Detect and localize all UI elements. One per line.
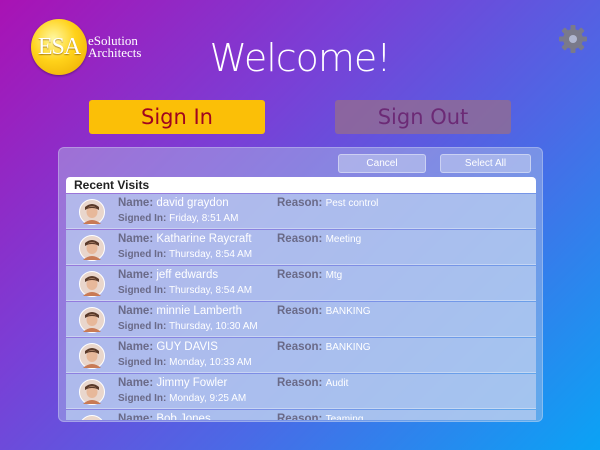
reason-label: Reason: <box>277 269 323 281</box>
visitor-signed-in: Signed In: Monday, 10:33 AM <box>118 357 252 368</box>
signed-in-value: Thursday, 10:30 AM <box>168 321 258 332</box>
signed-in-value: Monday, 9:25 AM <box>169 393 247 404</box>
name-label: Name: <box>118 341 154 353</box>
page-title: Welcome! <box>209 36 391 80</box>
signed-in-label: Signed In: <box>118 321 167 332</box>
reason-value: Audit <box>325 378 349 389</box>
reason-value: BANKING <box>325 306 371 317</box>
visitor-signed-in: Signed In: Thursday, 10:30 AM <box>118 321 258 332</box>
name-label: Name: <box>118 305 154 317</box>
signed-in-label: Signed In: <box>118 357 167 368</box>
visitor-reason: Reason: BANKING <box>277 305 371 317</box>
visit-row[interactable]: Name: jeff edwards Signed In: Thursday, … <box>66 266 536 301</box>
name-value: david graydon <box>156 197 229 209</box>
person-avatar-icon <box>79 415 105 420</box>
visitor-reason: Reason: Meeting <box>277 233 361 245</box>
person-avatar-icon <box>79 343 105 369</box>
reason-label: Reason: <box>277 341 323 353</box>
signed-in-label: Signed In: <box>118 249 167 260</box>
person-avatar-icon <box>79 199 105 225</box>
signed-in-value: Thursday, 8:54 AM <box>168 249 253 260</box>
sign-out-button[interactable]: Sign Out <box>335 100 511 134</box>
visitor-name: Name: Jimmy Fowler <box>118 377 227 389</box>
visit-row[interactable]: Name: david graydon Signed In: Friday, 8… <box>66 194 536 229</box>
visitor-name: Name: Katharine Raycraft <box>118 233 252 245</box>
name-value: GUY DAVIS <box>156 341 218 353</box>
reason-label: Reason: <box>277 233 323 245</box>
visitor-reason: Reason: Pest control <box>277 197 378 209</box>
visit-row[interactable]: Name: minnie Lamberth Signed In: Thursda… <box>66 302 536 337</box>
signed-in-value: Friday, 8:51 AM <box>169 213 239 224</box>
reason-label: Reason: <box>277 305 323 317</box>
visit-row[interactable]: Name: Bob Jones Signed In: Reason: Teami… <box>66 410 536 420</box>
visitor-name: Name: GUY DAVIS <box>118 341 218 353</box>
visitor-name: Name: jeff edwards <box>118 269 218 281</box>
person-avatar-icon <box>79 271 105 297</box>
name-value: jeff edwards <box>156 269 219 281</box>
visitor-signed-in: Signed In: Friday, 8:51 AM <box>118 213 238 224</box>
name-label: Name: <box>118 377 154 389</box>
person-avatar-icon <box>79 235 105 261</box>
name-value: Jimmy Fowler <box>156 377 228 389</box>
signed-in-label: Signed In: <box>118 393 167 404</box>
visitor-name: Name: minnie Lamberth <box>118 305 242 317</box>
select-all-button[interactable]: Select All <box>440 154 531 173</box>
signed-in-label: Signed In: <box>118 285 167 296</box>
signed-in-value: Thursday, 8:54 AM <box>168 285 253 296</box>
recent-visits-panel: Cancel Select All Recent Visits Name: da… <box>58 147 543 422</box>
reason-label: Reason: <box>277 413 323 420</box>
reason-value: Meeting <box>325 234 362 245</box>
sign-in-button[interactable]: Sign In <box>89 100 265 134</box>
visitor-reason: Reason: Mtg <box>277 269 342 281</box>
cancel-button[interactable]: Cancel <box>338 154 426 173</box>
reason-value: Pest control <box>325 198 379 209</box>
reason-value: Mtg <box>325 270 343 281</box>
visit-row[interactable]: Name: Katharine Raycraft Signed In: Thur… <box>66 230 536 265</box>
name-label: Name: <box>118 269 154 281</box>
visitor-reason: Reason: Teaming <box>277 413 363 420</box>
signed-in-value: Monday, 10:33 AM <box>169 357 252 368</box>
visitor-signed-in: Signed In: Monday, 9:25 AM <box>118 393 246 404</box>
recent-visits-header: Recent Visits <box>66 177 536 193</box>
name-label: Name: <box>118 197 154 209</box>
visitor-reason: Reason: BANKING <box>277 341 371 353</box>
name-value: minnie Lamberth <box>156 305 243 317</box>
visit-row[interactable]: Name: Jimmy Fowler Signed In: Monday, 9:… <box>66 374 536 409</box>
reason-label: Reason: <box>277 377 323 389</box>
reason-value: Teaming <box>325 414 364 420</box>
visitor-name: Name: Bob Jones <box>118 413 211 420</box>
person-avatar-icon <box>79 379 105 405</box>
visitor-reason: Reason: Audit <box>277 377 348 389</box>
reason-value: BANKING <box>325 342 371 353</box>
visitor-name: Name: david graydon <box>118 197 229 209</box>
visit-row[interactable]: Name: GUY DAVIS Signed In: Monday, 10:33… <box>66 338 536 373</box>
person-avatar-icon <box>79 307 105 333</box>
signed-in-label: Signed In: <box>118 213 167 224</box>
name-value: Katharine Raycraft <box>156 233 252 245</box>
visitor-signed-in: Signed In: Thursday, 8:54 AM <box>118 285 252 296</box>
name-label: Name: <box>118 413 154 420</box>
name-label: Name: <box>118 233 154 245</box>
visitor-signed-in: Signed In: Thursday, 8:54 AM <box>118 249 252 260</box>
name-value: Bob Jones <box>156 413 211 420</box>
visit-list[interactable]: Name: david graydon Signed In: Friday, 8… <box>66 194 536 420</box>
reason-label: Reason: <box>277 197 323 209</box>
